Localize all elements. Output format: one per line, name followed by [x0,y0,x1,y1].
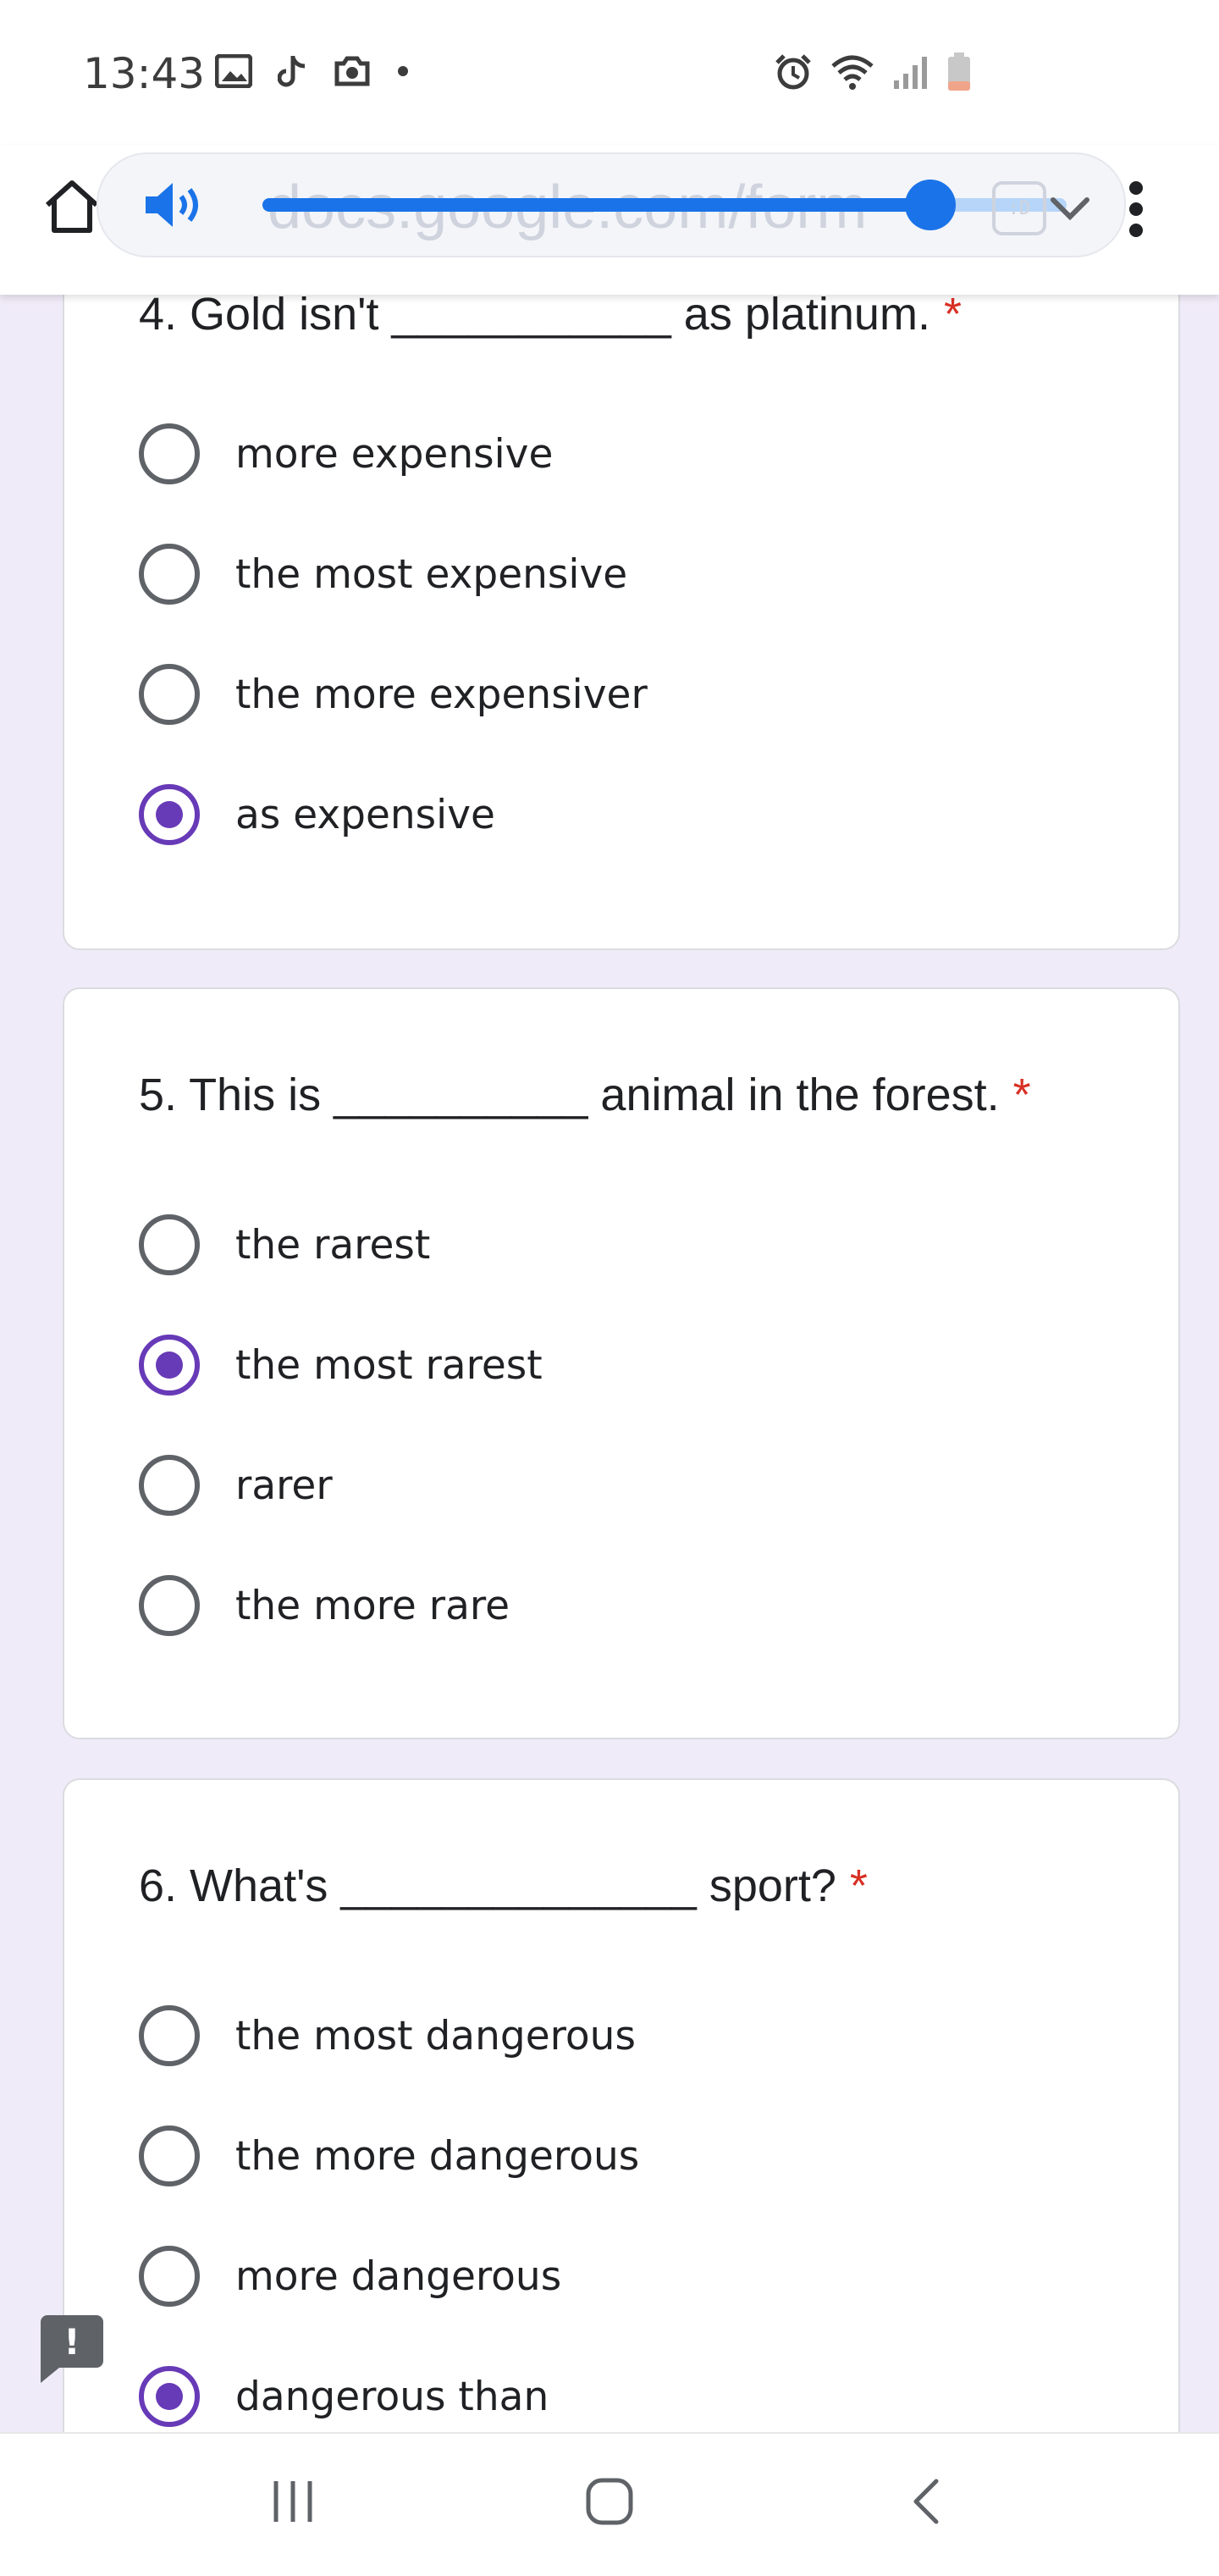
address-bar[interactable]: docs.google.com/form :D [97,152,1126,257]
radio-option[interactable]: rarer [139,1451,333,1519]
required-asterisk: * [943,289,962,340]
home-nav-icon[interactable] [584,2476,635,2527]
required-asterisk: * [849,1860,868,1911]
camera-icon [334,56,370,86]
radio-button[interactable] [139,1214,200,1275]
image-icon [215,54,252,88]
radio-option[interactable]: the most dangerous [139,2002,636,2070]
system-navigation-bar [0,2432,1219,2576]
recent-apps-icon[interactable] [268,2476,318,2527]
volume-slider-thumb[interactable] [904,180,956,230]
radio-button[interactable] [139,2005,200,2066]
radio-option[interactable]: more expensive [139,420,553,488]
option-label: rarer [235,1462,333,1509]
option-label: the rarest [235,1221,431,1269]
volume-slider-fill [262,198,930,212]
radio-option[interactable]: the more dangerous [139,2122,639,2190]
radio-option[interactable]: as expensive [139,781,495,849]
radio-button[interactable] [139,1455,200,1516]
radio-option[interactable]: more dangerous [139,2242,561,2310]
notification-icons [215,54,410,88]
option-label: more expensive [235,430,554,478]
option-label: the most dangerous [235,2012,636,2059]
radio-button[interactable] [139,544,200,605]
option-label: the more rare [235,1582,510,1629]
radio-option[interactable]: dangerous than [139,2363,549,2430]
signal-icon [894,57,927,89]
radio-button[interactable] [139,784,200,845]
battery-icon [948,53,970,91]
question-card-4: 4. Gold isn't ___________ as platinum. * … [63,254,1180,950]
feedback-button[interactable]: ! [41,2315,103,2383]
option-label: dangerous than [235,2373,549,2420]
option-label: as expensive [235,791,495,838]
volume-slider[interactable] [262,180,1067,230]
dot-icon [398,66,408,76]
alarm-icon [775,54,811,90]
tiktok-icon [278,56,306,87]
radio-option[interactable]: the most rarest [139,1331,543,1399]
radio-button[interactable] [139,664,200,725]
system-icons [774,53,972,91]
radio-option[interactable]: the most expensive [139,540,627,608]
option-label: the more dangerous [235,2132,640,2180]
required-asterisk: * [1012,1070,1031,1120]
radio-button[interactable] [139,2246,200,2307]
volume-icon[interactable] [142,180,210,230]
home-icon[interactable] [42,176,102,235]
option-label: the most rarest [235,1341,543,1389]
status-bar: 13:43 [0,0,1219,146]
question-title: 6. What's ______________ sport? * [139,1860,868,1911]
radio-option[interactable]: the more expensiver [139,661,648,728]
radio-button[interactable] [139,2366,200,2427]
option-label: the more expensiver [235,671,648,718]
radio-button[interactable] [139,423,200,484]
chevron-down-icon[interactable] [1046,185,1094,232]
option-label: more dangerous [235,2253,562,2300]
tab-switcher-button[interactable]: :D [992,181,1046,235]
radio-button[interactable] [139,2125,200,2186]
browser-toolbar: docs.google.com/form :D [0,146,1219,295]
back-icon[interactable] [902,2476,953,2527]
question-title: 5. This is __________ animal in the fore… [139,1070,1031,1120]
question-title: 4. Gold isn't ___________ as platinum. * [139,289,962,340]
radio-button[interactable] [139,1335,200,1396]
question-card-6: 6. What's ______________ sport? * the mos… [63,1778,1180,2540]
radio-option[interactable]: the rarest [139,1211,430,1279]
status-time: 13:43 [83,49,206,98]
radio-button[interactable] [139,1575,200,1636]
radio-option[interactable]: the more rare [139,1572,510,1639]
wifi-icon [831,55,874,90]
more-menu-icon[interactable] [1126,180,1146,239]
option-label: the most expensive [235,550,628,598]
question-card-5: 5. This is __________ animal in the fore… [63,987,1180,1739]
